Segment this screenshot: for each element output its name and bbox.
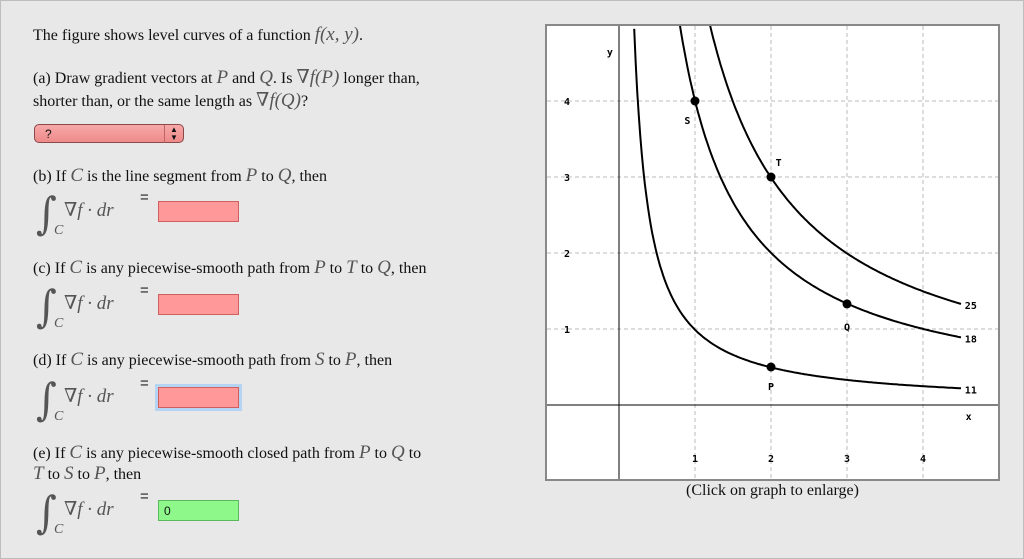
- integral-e: ∫ C ∇f · dr⃗ =: [36, 487, 149, 539]
- math-symbol: Q: [391, 442, 405, 463]
- math-symbol: Q: [277, 165, 292, 186]
- curve-label: 11: [965, 385, 977, 396]
- integral-c: ∫ C ∇f · dr⃗ =: [36, 281, 149, 333]
- answer-b-input[interactable]: [158, 201, 239, 222]
- y-tick-label: 2: [564, 249, 570, 260]
- x-tick-label: 1: [692, 454, 698, 465]
- answer-a-select[interactable]: ? ▲ ▼: [34, 124, 184, 143]
- question-e-line2: T to S to P, then: [33, 464, 141, 485]
- text-segment: shorter than, or the same length as: [33, 93, 257, 110]
- point-T: [766, 172, 776, 182]
- math-symbol: P: [314, 257, 326, 278]
- text-segment: longer than,: [339, 70, 420, 87]
- math-symbol: P: [93, 463, 106, 484]
- math-symbol: T: [33, 463, 44, 484]
- y-tick-label: 3: [564, 173, 570, 184]
- text-segment: to: [370, 445, 391, 462]
- text-segment: (d) If: [33, 352, 71, 369]
- text-segment: to: [43, 466, 65, 483]
- answer-e-input[interactable]: 0: [158, 500, 239, 521]
- curve-label: 18: [965, 334, 977, 345]
- math-symbol: P: [358, 442, 371, 463]
- math-symbol: T: [346, 257, 357, 278]
- x-axis-label: x: [966, 412, 972, 423]
- math-symbol: Q: [259, 67, 273, 88]
- question-d-text: (d) If C is any piecewise-smooth path fr…: [33, 350, 392, 371]
- text-segment: is the line segment from: [83, 168, 246, 185]
- select-arrows-icon: ▲ ▼: [164, 125, 183, 143]
- math-symbol: P: [245, 165, 258, 186]
- text-segment: , then: [356, 352, 393, 369]
- text-segment: (c) If: [33, 260, 70, 277]
- y-tick-label: 1: [564, 325, 570, 336]
- question-b-text: (b) If C is the line segment from P to Q…: [33, 166, 327, 187]
- math-symbol: ∇f(P): [296, 67, 340, 88]
- text-segment: .: [359, 27, 363, 44]
- math-symbol: f(x, y): [314, 24, 359, 45]
- text-segment: to: [325, 260, 347, 277]
- math-symbol: ∇f(Q): [256, 90, 301, 111]
- point-label: P: [768, 382, 774, 393]
- text-segment: The figure shows level curves of a funct…: [33, 27, 315, 44]
- answer-c-input[interactable]: [158, 294, 239, 315]
- math-symbol: C: [70, 165, 83, 186]
- text-segment: is any piecewise-smooth closed path from: [82, 445, 359, 462]
- x-tick-label: 4: [920, 454, 926, 465]
- text-segment: and: [228, 70, 260, 87]
- point-label: Q: [844, 323, 850, 334]
- math-symbol: C: [69, 442, 83, 463]
- y-axis-label: y: [607, 47, 613, 58]
- graph-svg: 1 2 3 4 1 2 3 4 y x 11 18 25 S T Q P: [547, 24, 998, 479]
- text-segment: (a) Draw gradient vectors at: [33, 70, 217, 87]
- text-segment: is any piecewise-smooth path from: [83, 352, 315, 369]
- curve-label: 25: [965, 301, 977, 312]
- text-segment: to: [356, 260, 378, 277]
- integral-d: ∫ C ∇f · dr⃗ =: [36, 374, 149, 426]
- text-segment: , then: [291, 168, 327, 185]
- point-label: T: [776, 158, 782, 169]
- x-tick-label: 3: [844, 454, 850, 465]
- question-c-text: (c) If C is any piecewise-smooth path fr…: [33, 258, 426, 279]
- answer-d-input[interactable]: [158, 387, 239, 408]
- math-symbol: P: [216, 67, 229, 88]
- text-segment: (b) If: [33, 168, 71, 185]
- question-a-line1: (a) Draw gradient vectors at P and Q. Is…: [33, 68, 420, 89]
- text-segment: , then: [105, 466, 142, 483]
- math-symbol: S: [64, 463, 74, 484]
- enlarge-caption[interactable]: (Click on graph to enlarge): [545, 482, 1000, 500]
- x-tick-label: 2: [768, 454, 774, 465]
- point-S: [690, 96, 700, 106]
- math-symbol: P: [344, 349, 357, 370]
- question-e-line1: (e) If C is any piecewise-smooth closed …: [33, 443, 421, 464]
- integral-b: ∫ C ∇f · dr⃗ =: [36, 188, 149, 240]
- text-segment: . Is: [272, 70, 297, 87]
- text-segment: to: [324, 352, 345, 369]
- point-P: [766, 362, 776, 372]
- math-symbol: Q: [377, 257, 391, 278]
- point-Q: [842, 299, 852, 309]
- math-symbol: C: [69, 257, 83, 278]
- point-label: S: [684, 116, 690, 127]
- level-curve-25: [709, 25, 962, 305]
- text-segment: is any piecewise-smooth path from: [82, 260, 315, 277]
- intro-text: The figure shows level curves of a funct…: [33, 25, 363, 46]
- math-symbol: C: [70, 349, 83, 370]
- text-segment: (e) If: [33, 445, 70, 462]
- question-a-line2: shorter than, or the same length as ∇f(Q…: [33, 91, 308, 112]
- text-segment: ?: [300, 93, 309, 110]
- text-segment: to: [73, 466, 94, 483]
- text-segment: , then: [390, 260, 427, 277]
- text-segment: to: [257, 168, 278, 185]
- level-curve-11: [633, 28, 962, 390]
- select-value: ?: [45, 127, 52, 141]
- level-curves-graph[interactable]: 1 2 3 4 1 2 3 4 y x 11 18 25 S T Q P: [545, 24, 1000, 481]
- y-tick-label: 4: [564, 97, 570, 108]
- text-segment: to: [404, 445, 422, 462]
